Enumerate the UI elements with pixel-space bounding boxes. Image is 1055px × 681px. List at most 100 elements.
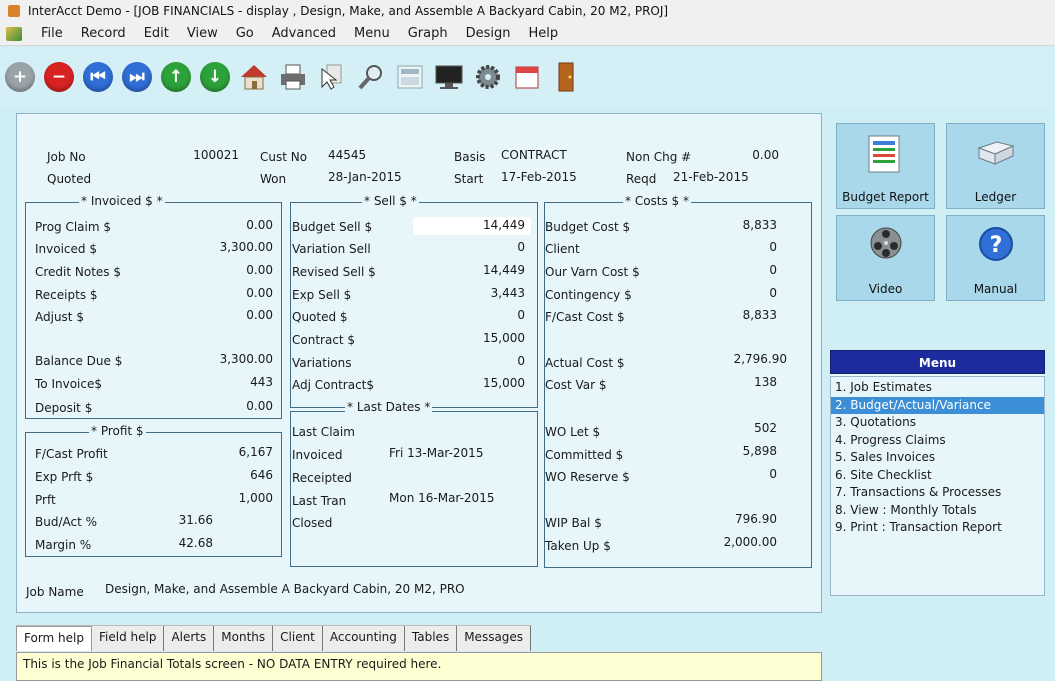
menu-item-job-estimates[interactable]: 1. Job Estimates (831, 379, 1044, 397)
balance-due-value: 3,300.00 (219, 352, 273, 366)
last-dates-heading: * Last Dates * (345, 400, 433, 414)
margin-label: Margin % (35, 538, 92, 552)
menu-item-monthly-totals[interactable]: 8. View : Monthly Totals (831, 502, 1044, 520)
help-question-icon: ? (979, 227, 1013, 261)
home-button[interactable] (238, 61, 270, 93)
door-icon (558, 62, 574, 92)
receipts-label: Receipts $ (35, 288, 98, 302)
last-invoiced-label: Invoiced (292, 448, 343, 462)
settings-button[interactable] (472, 61, 504, 93)
menu-record[interactable]: Record (72, 26, 135, 41)
select-button[interactable] (316, 61, 348, 93)
wo-reserve-label: WO Reserve $ (545, 470, 630, 484)
closed-label: Closed (292, 516, 333, 530)
prft-label: Prft (35, 493, 56, 507)
variation-sell-label: Variation Sell (292, 242, 371, 256)
client-value: 0 (769, 240, 777, 254)
quoted-label: Quoted (47, 172, 92, 186)
tab-field-help[interactable]: Field help (91, 626, 165, 651)
menu-menu[interactable]: Menu (345, 26, 399, 41)
menu-item-quotations[interactable]: 3. Quotations (831, 414, 1044, 432)
budget-sell-value: 14,449 (483, 218, 525, 232)
budget-sell-label: Budget Sell $ (292, 220, 373, 234)
exit-button[interactable] (550, 61, 582, 93)
wip-bal-value: 796.90 (735, 512, 777, 526)
exp-prft-value: 646 (250, 468, 273, 482)
budget-report-button[interactable]: Budget Report (836, 123, 935, 209)
manual-button[interactable]: ? Manual (946, 215, 1045, 301)
last-invoiced-value: Fri 13-Mar-2015 (389, 446, 484, 460)
previous-record-button[interactable]: ↑ (160, 61, 192, 93)
first-record-button[interactable]: ⏮ (82, 61, 114, 93)
fcast-cost-label: F/Cast Cost $ (545, 310, 625, 324)
tab-form-help[interactable]: Form help (16, 626, 92, 651)
job-name-label: Job Name (26, 585, 84, 599)
menu-item-transactions-processes[interactable]: 7. Transactions & Processes (831, 484, 1044, 502)
budget-cost-label: Budget Cost $ (545, 220, 631, 234)
menu-item-budget-actual-variance[interactable]: 2. Budget/Actual/Variance (831, 396, 1044, 414)
quoted-sell-label: Quoted $ (292, 310, 348, 324)
tab-alerts[interactable]: Alerts (164, 626, 215, 651)
video-label: Video (868, 282, 903, 296)
cursor-icon (321, 64, 342, 90)
menu-graph[interactable]: Graph (399, 26, 457, 41)
cust-no-value: 44545 (328, 148, 367, 162)
non-chg-value: 0.00 (752, 148, 779, 162)
menu-bar: File Record Edit View Go Advanced Menu G… (0, 22, 1055, 46)
deposit-value: 0.00 (246, 399, 273, 413)
menu-item-site-checklist[interactable]: 6. Site Checklist (831, 467, 1044, 485)
wo-let-value: 502 (754, 421, 777, 435)
delete-record-button[interactable]: − (43, 61, 75, 93)
credit-notes-value: 0.00 (246, 263, 273, 277)
profit-heading: * Profit $ (89, 424, 146, 438)
last-record-button[interactable]: ⏭ (121, 61, 153, 93)
arrow-up-icon: ↑ (161, 62, 191, 92)
calculator-button[interactable] (394, 61, 426, 93)
menu-go[interactable]: Go (227, 26, 263, 41)
actual-cost-label: Actual Cost $ (545, 356, 625, 370)
variations-label: Variations (292, 356, 352, 370)
prft-value: 1,000 (238, 491, 273, 505)
screen-button[interactable] (433, 61, 465, 93)
bud-act-label: Bud/Act % (35, 515, 98, 529)
tab-messages[interactable]: Messages (457, 626, 532, 651)
menu-help[interactable]: Help (519, 26, 567, 41)
won-value: 28-Jan-2015 (328, 170, 402, 184)
document-icon[interactable] (6, 26, 22, 41)
video-button[interactable]: Video (836, 215, 935, 301)
menu-panel: Menu 1. Job Estimates 2. Budget/Actual/V… (830, 350, 1045, 596)
committed-value: 5,898 (742, 444, 777, 458)
adj-contract-value: 15,000 (483, 376, 525, 390)
menu-file[interactable]: File (32, 26, 72, 41)
tab-accounting[interactable]: Accounting (322, 626, 405, 651)
menu-item-sales-invoices[interactable]: 5. Sales Invoices (831, 449, 1044, 467)
calendar-button[interactable] (511, 61, 543, 93)
menu-advanced[interactable]: Advanced (263, 26, 345, 41)
menu-item-transaction-report[interactable]: 9. Print : Transaction Report (831, 519, 1044, 537)
next-record-button[interactable]: ↓ (199, 61, 231, 93)
tab-tables[interactable]: Tables (404, 626, 458, 651)
add-record-button[interactable]: + (4, 61, 36, 93)
ledger-button[interactable]: Ledger (946, 123, 1045, 209)
contract-value: 15,000 (483, 331, 525, 345)
tab-client[interactable]: Client (273, 626, 323, 651)
client-label: Client (545, 242, 580, 256)
menu-title: Menu (830, 350, 1045, 374)
bud-act-value: 31.66 (178, 513, 213, 527)
menu-view[interactable]: View (178, 26, 227, 41)
variation-sell-value: 0 (517, 240, 525, 254)
budget-report-label: Budget Report (842, 190, 929, 204)
taken-up-label: Taken Up $ (545, 539, 611, 553)
menu-item-progress-claims[interactable]: 4. Progress Claims (831, 432, 1044, 450)
search-button[interactable] (355, 61, 387, 93)
to-invoice-label: To Invoice$ (35, 377, 102, 391)
basis-value: CONTRACT (501, 148, 567, 162)
menu-design[interactable]: Design (457, 26, 520, 41)
print-button[interactable] (277, 61, 309, 93)
tab-months[interactable]: Months (214, 626, 274, 651)
cost-var-label: Cost Var $ (545, 378, 607, 392)
menu-edit[interactable]: Edit (135, 26, 178, 41)
actual-cost-value: 2,796.90 (733, 352, 787, 366)
gear-icon (476, 65, 500, 89)
fcast-profit-value: 6,167 (238, 445, 273, 459)
